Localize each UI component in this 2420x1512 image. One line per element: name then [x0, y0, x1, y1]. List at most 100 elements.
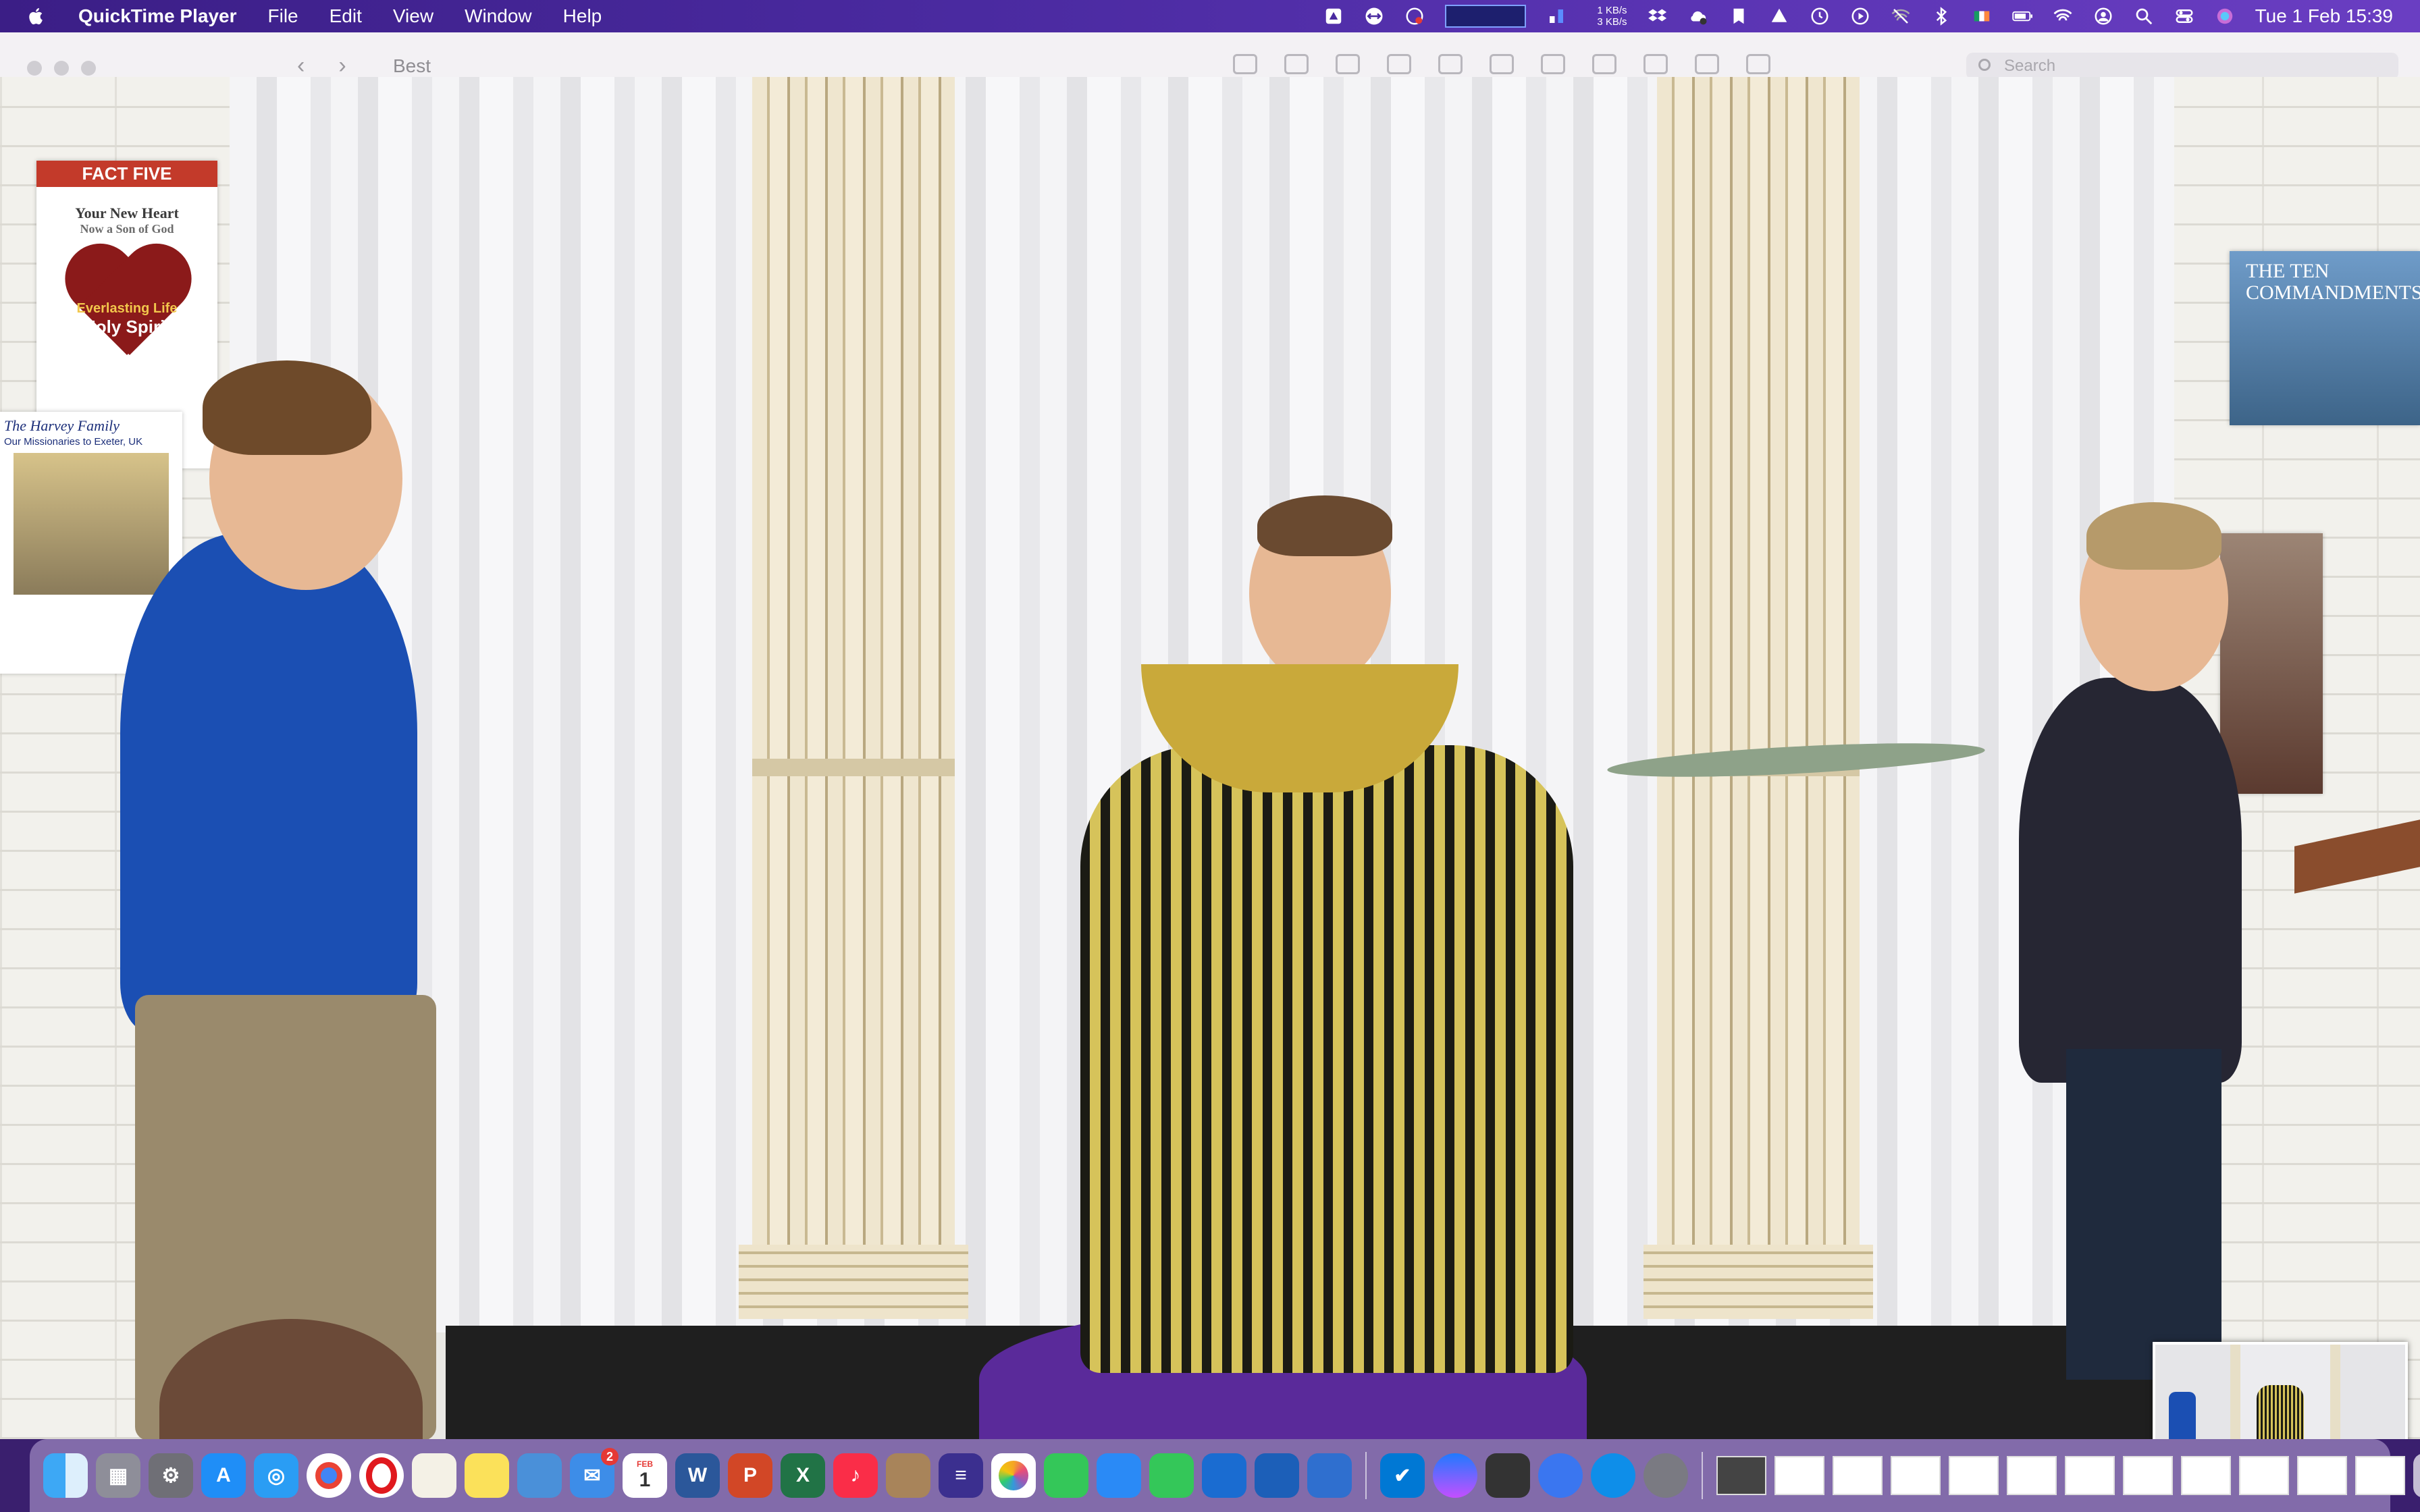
network-speed[interactable]: 1 KB/s 3 KB/s: [1587, 5, 1627, 28]
poster-line-1: Your New Heart: [75, 205, 179, 221]
control-center-icon[interactable]: [2174, 6, 2194, 26]
excel-icon[interactable]: X: [781, 1453, 825, 1498]
new-folder-icon[interactable]: [1592, 54, 1616, 74]
minimized-window[interactable]: [2123, 1456, 2173, 1495]
app-name-menu[interactable]: QuickTime Player: [78, 5, 237, 27]
time-machine-icon[interactable]: [1810, 6, 1830, 26]
quicktime-icon[interactable]: [1643, 1453, 1688, 1498]
column-view-icon[interactable]: [1336, 54, 1360, 74]
word-icon[interactable]: W: [675, 1453, 720, 1498]
testflight-icon[interactable]: [517, 1453, 562, 1498]
bookmark-icon[interactable]: [1729, 6, 1749, 26]
wifi-off-icon[interactable]: [1891, 6, 1911, 26]
minimized-window[interactable]: [2355, 1456, 2405, 1495]
photos-icon[interactable]: [991, 1453, 1036, 1498]
dock: ▦ ⚙ A ◎ ✉2 FEB 1 W P X ♪ ≡ ✔ 🗑: [30, 1439, 2420, 1512]
teamviewer-dock-icon[interactable]: [1591, 1453, 1635, 1498]
heart-text-1: Everlasting Life: [76, 301, 178, 316]
battery-icon[interactable]: [2011, 6, 2032, 26]
apple-menu-icon[interactable]: [23, 3, 50, 30]
keychain-icon[interactable]: [1485, 1453, 1530, 1498]
zoom-button[interactable]: [81, 61, 96, 76]
mail-icon[interactable]: ✉ 2: [570, 1448, 619, 1498]
tag-icon[interactable]: [1695, 54, 1719, 74]
music-icon[interactable]: ♪: [833, 1453, 878, 1498]
trash-icon[interactable]: [1746, 54, 1770, 74]
flag-icon[interactable]: [1972, 6, 1992, 26]
chrome-icon[interactable]: [307, 1453, 351, 1498]
safari-icon[interactable]: ◎: [254, 1453, 298, 1498]
powerpoint-icon[interactable]: P: [728, 1453, 772, 1498]
messages-icon[interactable]: [1149, 1453, 1194, 1498]
textedit-icon[interactable]: [412, 1453, 456, 1498]
teamviewer-icon[interactable]: [1364, 6, 1384, 26]
minimized-window[interactable]: [1716, 1456, 1766, 1495]
remote-desktop-icon[interactable]: [1202, 1453, 1246, 1498]
wifi-icon[interactable]: [2053, 6, 2073, 26]
menu-file[interactable]: File: [268, 5, 298, 27]
gallery-view-icon[interactable]: [1387, 54, 1411, 74]
memory-bars-icon[interactable]: [1546, 6, 1567, 26]
launchpad-icon[interactable]: ▦: [96, 1453, 140, 1498]
screen-sharing-icon[interactable]: [1255, 1453, 1299, 1498]
minimized-window[interactable]: [1891, 1456, 1941, 1495]
opera-icon[interactable]: [359, 1453, 404, 1498]
group-icon[interactable]: [1438, 54, 1463, 74]
user-account-icon[interactable]: [2093, 6, 2113, 26]
list-view-icon[interactable]: [1284, 54, 1309, 74]
play-circle-icon[interactable]: [1850, 6, 1870, 26]
minimized-window[interactable]: [1774, 1456, 1824, 1495]
forward-arrow-icon[interactable]: ›: [338, 53, 346, 79]
info-icon[interactable]: [1541, 54, 1565, 74]
minimized-window[interactable]: [1949, 1456, 1999, 1495]
books-icon[interactable]: [1097, 1453, 1141, 1498]
google-drive-icon[interactable]: [1769, 6, 1789, 26]
facetime-icon[interactable]: [1044, 1453, 1088, 1498]
minimized-window[interactable]: [1833, 1456, 1883, 1495]
trash-dock-icon[interactable]: 🗑: [2413, 1453, 2420, 1498]
cpu-graph[interactable]: [1444, 5, 1526, 28]
picture-in-picture-thumbnail[interactable]: [2153, 1342, 2408, 1439]
back-arrow-icon[interactable]: ‹: [297, 53, 305, 79]
video-player-frame[interactable]: FACT FIVE Your New Heart Now a Son of Go…: [0, 77, 2420, 1439]
messenger-icon[interactable]: [1433, 1453, 1477, 1498]
minimized-window[interactable]: [2297, 1456, 2347, 1495]
minimized-window[interactable]: [2239, 1456, 2289, 1495]
contacts-icon[interactable]: [886, 1453, 930, 1498]
mail-badge: 2: [601, 1448, 619, 1465]
todo-icon[interactable]: ✔: [1380, 1453, 1425, 1498]
signal-icon[interactable]: [1538, 1453, 1583, 1498]
cloud-sync-icon[interactable]: [1688, 6, 1708, 26]
menu-app-icon[interactable]: ≡: [939, 1453, 983, 1498]
calendar-icon[interactable]: FEB 1: [623, 1453, 667, 1498]
siri-icon[interactable]: [2215, 6, 2235, 26]
menu-window[interactable]: Window: [465, 5, 532, 27]
minimized-window[interactable]: [2065, 1456, 2115, 1495]
spotlight-search-icon[interactable]: [2134, 6, 2154, 26]
notes-icon[interactable]: [465, 1453, 509, 1498]
close-button[interactable]: [27, 61, 42, 76]
status-menus: 1 KB/s 3 KB/s Tue 1 Feb 15:39: [1323, 0, 2420, 32]
bluetooth-icon[interactable]: [1931, 6, 1951, 26]
minimize-button[interactable]: [54, 61, 69, 76]
finder-icon[interactable]: [43, 1453, 88, 1498]
right-pillar: [1643, 77, 1873, 1319]
boy-jeans: [2066, 1049, 2221, 1380]
menu-help[interactable]: Help: [563, 5, 602, 27]
search-field[interactable]: Search: [1966, 53, 2398, 80]
system-preferences-icon[interactable]: ⚙: [149, 1453, 193, 1498]
triangle-app-icon[interactable]: [1323, 6, 1344, 26]
share-icon[interactable]: [1643, 54, 1668, 74]
menu-view[interactable]: View: [393, 5, 433, 27]
minimized-window[interactable]: [2007, 1456, 2057, 1495]
dropbox-icon[interactable]: [1648, 6, 1668, 26]
action-icon[interactable]: [1490, 54, 1514, 74]
icon-view-icon[interactable]: [1233, 54, 1257, 74]
left-pillar: [739, 77, 968, 1319]
menu-edit[interactable]: Edit: [330, 5, 362, 27]
screen-recording-icon[interactable]: [1404, 6, 1425, 26]
minimized-window[interactable]: [2181, 1456, 2231, 1495]
app-store-icon[interactable]: A: [201, 1453, 246, 1498]
photo-booth-icon[interactable]: [1307, 1453, 1352, 1498]
menubar-clock[interactable]: Tue 1 Feb 15:39: [2255, 5, 2393, 27]
